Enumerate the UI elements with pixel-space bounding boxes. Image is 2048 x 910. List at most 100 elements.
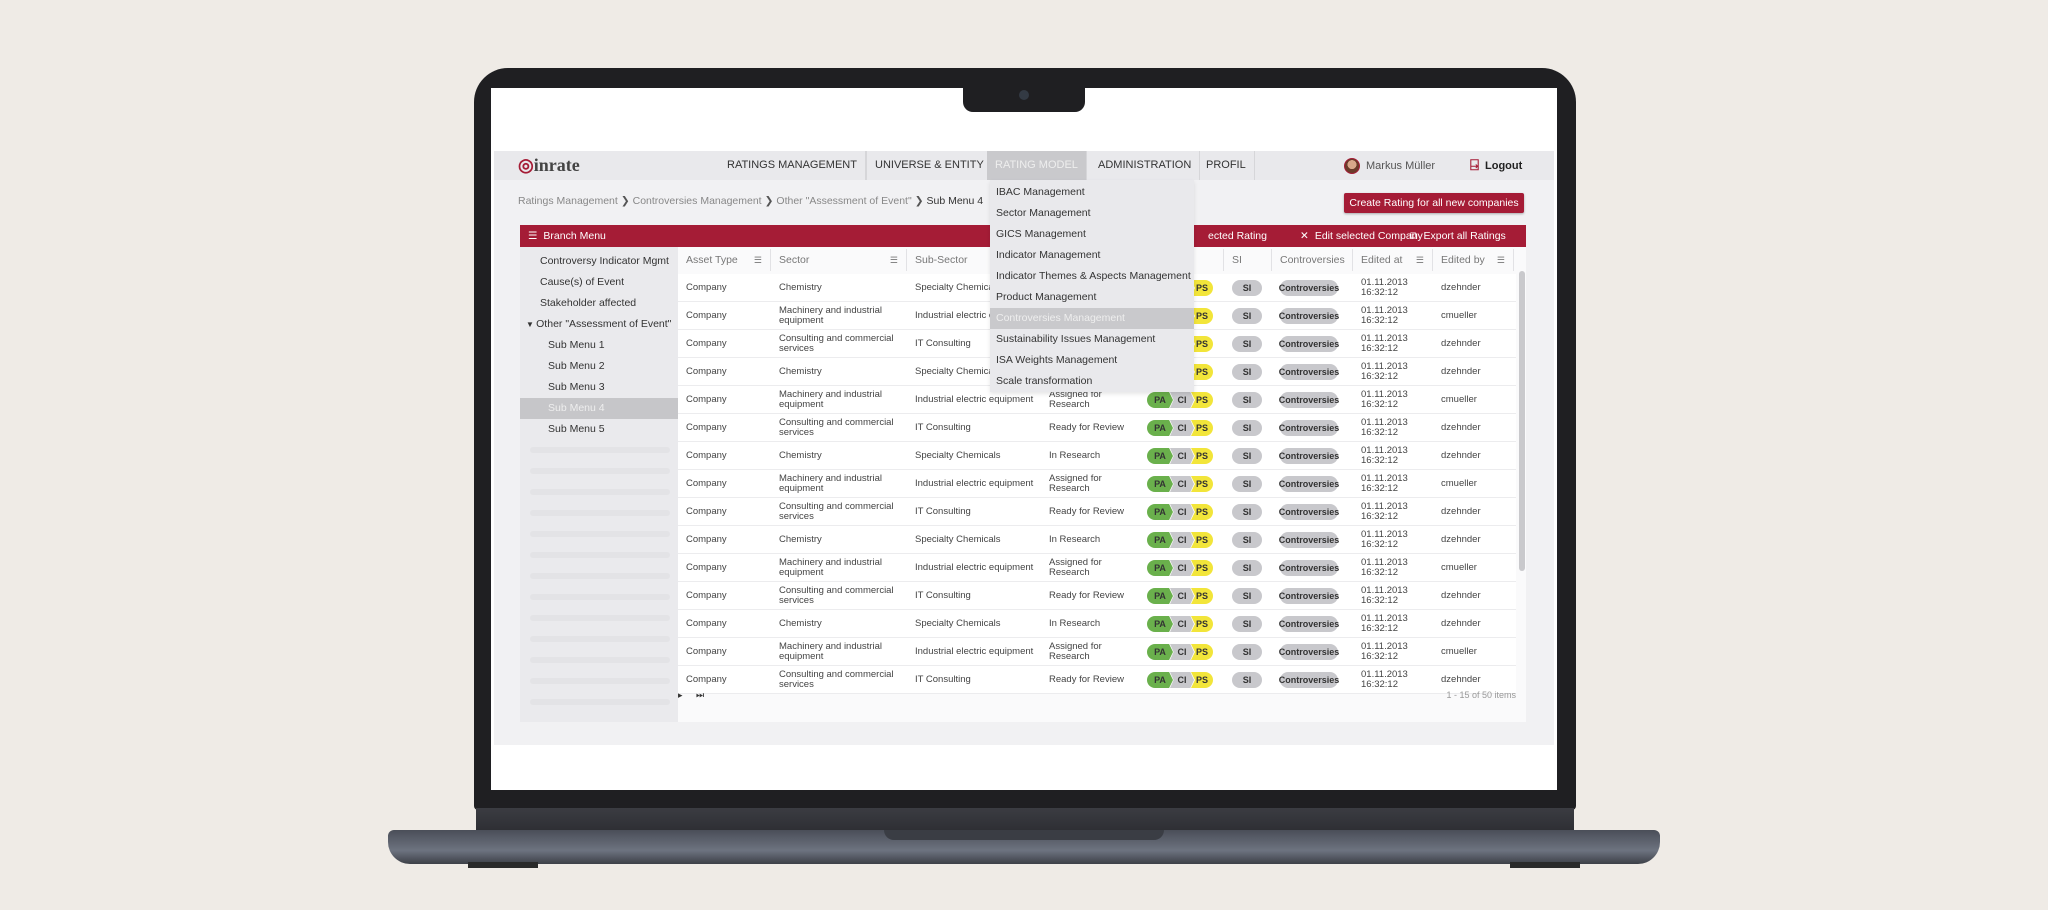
controversies-badge[interactable]: Controversies xyxy=(1279,280,1339,296)
filter-icon[interactable]: ☰ xyxy=(1497,249,1505,271)
branch-menu-button[interactable]: ☰ Branch Menu xyxy=(528,225,606,247)
dropdown-item[interactable]: Scale transformation xyxy=(990,371,1194,392)
controversies-badge[interactable]: Controversies xyxy=(1279,448,1339,464)
controversies-badge[interactable]: Controversies xyxy=(1279,392,1339,408)
left-menu-item[interactable]: Controversy Indicator Mgmt xyxy=(520,251,678,272)
ci-badge[interactable]: CI xyxy=(1170,560,1194,576)
dropdown-item[interactable]: ISA Weights Management xyxy=(990,350,1194,371)
pa-badge[interactable]: PA xyxy=(1147,448,1173,464)
ci-badge[interactable]: CI xyxy=(1170,392,1194,408)
dropdown-item[interactable]: IBAC Management xyxy=(990,182,1194,203)
si-badge[interactable]: SI xyxy=(1232,560,1262,576)
nav-profil[interactable]: PROFIL xyxy=(1198,151,1255,180)
ps-badge[interactable]: PS xyxy=(1191,448,1213,464)
ps-badge[interactable]: PS xyxy=(1191,644,1213,660)
left-menu-item[interactable]: Sub Menu 3 xyxy=(520,377,678,398)
left-menu-item[interactable]: Sub Menu 2 xyxy=(520,356,678,377)
table-row[interactable]: Company Consulting and commercial service… xyxy=(678,498,1516,526)
dropdown-item[interactable]: Product Management xyxy=(990,287,1194,308)
dropdown-item[interactable]: Controversies Management xyxy=(990,308,1194,329)
si-badge[interactable]: SI xyxy=(1232,448,1262,464)
controversies-badge[interactable]: Controversies xyxy=(1279,532,1339,548)
filter-icon[interactable]: ☰ xyxy=(890,249,898,271)
ps-badge[interactable]: PS xyxy=(1191,532,1213,548)
si-badge[interactable]: SI xyxy=(1232,616,1262,632)
si-badge[interactable]: SI xyxy=(1232,672,1262,688)
ps-badge[interactable]: PS xyxy=(1191,560,1213,576)
pa-badge[interactable]: PA xyxy=(1147,504,1173,520)
ci-badge[interactable]: CI xyxy=(1170,476,1194,492)
controversies-badge[interactable]: Controversies xyxy=(1279,364,1339,380)
table-row[interactable]: Company Consulting and commercial service… xyxy=(678,414,1516,442)
table-row[interactable]: Company Machinery and industrial equipmen… xyxy=(678,638,1516,666)
controversies-badge[interactable]: Controversies xyxy=(1279,476,1339,492)
column-header[interactable]: Asset Type ☰ xyxy=(678,249,771,271)
table-row[interactable]: Company Consulting and commercial service… xyxy=(678,582,1516,610)
pa-badge[interactable]: PA xyxy=(1147,420,1173,436)
table-row[interactable]: Company Chemistry Specialty Chemicals In Re… xyxy=(678,610,1516,638)
nav-ratings-management[interactable]: RATINGS MANAGEMENT xyxy=(719,151,866,180)
controversies-badge[interactable]: Controversies xyxy=(1279,504,1339,520)
ps-badge[interactable]: PS xyxy=(1191,420,1213,436)
ps-badge[interactable]: PS xyxy=(1191,588,1213,604)
left-menu-item[interactable]: ▼ Other "Assessment of Event" xyxy=(520,314,678,335)
table-row[interactable]: Company Machinery and industrial equipmen… xyxy=(678,470,1516,498)
controversies-badge[interactable]: Controversies xyxy=(1279,560,1339,576)
user-menu[interactable]: Markus Müller xyxy=(1344,151,1435,180)
dropdown-item[interactable]: Sector Management xyxy=(990,203,1194,224)
pa-badge[interactable]: PA xyxy=(1147,532,1173,548)
pa-badge[interactable]: PA xyxy=(1147,392,1173,408)
controversies-badge[interactable]: Controversies xyxy=(1279,420,1339,436)
ps-badge[interactable]: PS xyxy=(1191,280,1213,296)
controversies-badge[interactable]: Controversies xyxy=(1279,588,1339,604)
last-page-button[interactable]: ⏭ xyxy=(696,690,704,701)
ci-badge[interactable]: CI xyxy=(1170,504,1194,520)
si-badge[interactable]: SI xyxy=(1232,420,1262,436)
dropdown-item[interactable]: Indicator Themes & Aspects Management xyxy=(990,266,1194,287)
logo[interactable]: ◎inrate xyxy=(518,155,580,176)
ci-badge[interactable]: CI xyxy=(1170,420,1194,436)
selected-rating-button[interactable]: ected Rating xyxy=(1208,225,1267,247)
ci-badge[interactable]: CI xyxy=(1170,644,1194,660)
ci-badge[interactable]: CI xyxy=(1170,672,1194,688)
nav-administration[interactable]: ADMINISTRATION xyxy=(1090,151,1201,180)
pa-badge[interactable]: PA xyxy=(1147,588,1173,604)
left-menu-item[interactable]: Sub Menu 5 xyxy=(520,419,678,440)
table-row[interactable]: Company Chemistry Specialty Chemicals In Re… xyxy=(678,526,1516,554)
controversies-badge[interactable]: Controversies xyxy=(1279,616,1339,632)
left-menu-item-selected[interactable]: Sub Menu 4 xyxy=(520,398,678,419)
column-header[interactable]: Sector ☰ xyxy=(771,249,907,271)
ps-badge[interactable]: PS xyxy=(1191,336,1213,352)
ps-badge[interactable]: PS xyxy=(1191,672,1213,688)
dropdown-item[interactable]: GICS Management xyxy=(990,224,1194,245)
ps-badge[interactable]: PS xyxy=(1191,476,1213,492)
left-menu-item[interactable]: Stakeholder affected xyxy=(520,293,678,314)
pa-badge[interactable]: PA xyxy=(1147,616,1173,632)
column-header[interactable]: Controversies xyxy=(1272,249,1353,271)
controversies-badge[interactable]: Controversies xyxy=(1279,308,1339,324)
scrollbar[interactable] xyxy=(1519,271,1525,571)
table-row[interactable]: Company Consulting and commercial service… xyxy=(678,666,1516,694)
table-row[interactable]: Company Machinery and industrial equipmen… xyxy=(678,554,1516,582)
edit-company-button[interactable]: ✕ Edit selected Company xyxy=(1300,225,1423,247)
dropdown-item[interactable]: Indicator Management xyxy=(990,245,1194,266)
ps-badge[interactable]: PS xyxy=(1191,308,1213,324)
table-row[interactable]: Company Chemistry Specialty Chemicals In Re… xyxy=(678,442,1516,470)
left-menu-item[interactable]: Cause(s) of Event xyxy=(520,272,678,293)
logout-button[interactable]: ⍈ Logout xyxy=(1470,151,1522,180)
breadcrumb-link[interactable]: Controversies Management xyxy=(633,195,762,207)
filter-icon[interactable]: ☰ xyxy=(754,249,762,271)
controversies-badge[interactable]: Controversies xyxy=(1279,336,1339,352)
create-rating-button[interactable]: Create Rating for all new companies xyxy=(1344,193,1524,213)
nav-universe-entity[interactable]: UNIVERSE & ENTITY xyxy=(866,151,993,180)
pa-badge[interactable]: PA xyxy=(1147,560,1173,576)
pa-badge[interactable]: PA xyxy=(1147,476,1173,492)
filter-icon[interactable]: ☰ xyxy=(1416,249,1424,271)
dropdown-item[interactable]: Sustainability Issues Management xyxy=(990,329,1194,350)
controversies-badge[interactable]: Controversies xyxy=(1279,644,1339,660)
si-badge[interactable]: SI xyxy=(1232,588,1262,604)
ci-badge[interactable]: CI xyxy=(1170,616,1194,632)
column-header[interactable]: Edited at ☰ xyxy=(1353,249,1433,271)
export-button[interactable]: ⧉ Export all Ratings xyxy=(1410,225,1506,247)
si-badge[interactable]: SI xyxy=(1232,644,1262,660)
